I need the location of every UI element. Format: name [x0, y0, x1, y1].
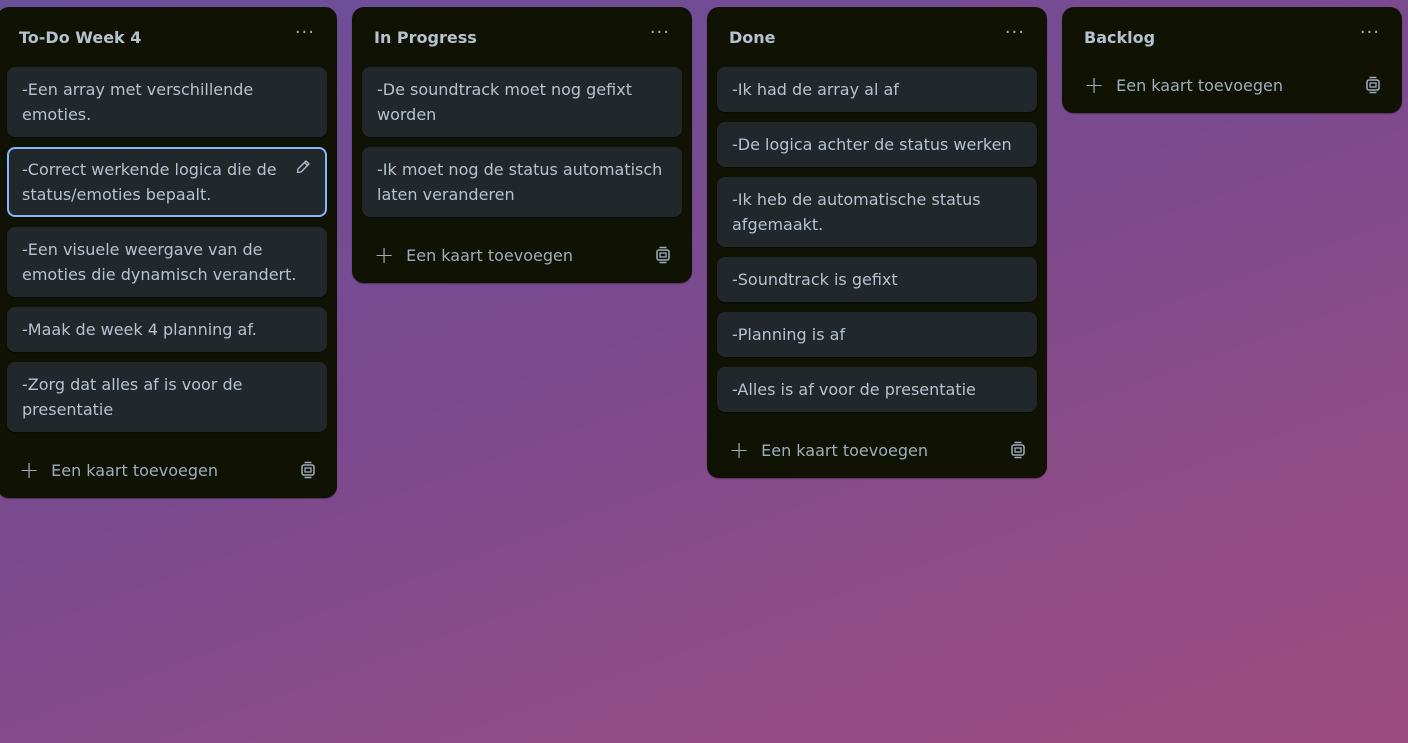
card[interactable]: -Maak de week 4 planning af.: [7, 307, 327, 352]
add-card-row: + Een kaart toevoegen: [717, 422, 1037, 478]
list-header: In Progress ···: [362, 7, 682, 67]
card[interactable]: -Een visuele weergave van de emoties die…: [7, 227, 327, 297]
card-text: -Alles is af voor de presentatie: [732, 380, 976, 399]
card[interactable]: -De soundtrack moet nog gefixt worden: [362, 67, 682, 137]
list-backlog: Backlog ··· + Een kaart toevoegen: [1062, 7, 1402, 113]
plus-icon: +: [19, 456, 40, 484]
add-card-label: Een kaart toevoegen: [51, 460, 218, 480]
add-card-label: Een kaart toevoegen: [761, 440, 928, 460]
more-horizontal-icon[interactable]: ···: [295, 24, 315, 46]
plus-icon: +: [729, 436, 750, 464]
more-horizontal-icon[interactable]: ···: [1360, 24, 1380, 46]
add-card-row: + Een kaart toevoegen: [1072, 57, 1392, 113]
add-card-row: + Een kaart toevoegen: [7, 442, 327, 498]
card[interactable]: -De logica achter de status werken: [717, 122, 1037, 167]
card-selected[interactable]: -Correct werkende logica die de status/e…: [7, 147, 327, 217]
add-card-button[interactable]: + Een kaart toevoegen: [19, 456, 218, 484]
card-text: -De soundtrack moet nog gefixt worden: [377, 80, 632, 124]
add-card-label: Een kaart toevoegen: [406, 245, 573, 265]
card-template-icon[interactable]: [654, 246, 672, 264]
list-title[interactable]: Done: [729, 28, 776, 47]
plus-icon: +: [374, 241, 395, 269]
card-text: -Ik heb de automatische status afgemaakt…: [732, 190, 981, 234]
list-title[interactable]: To-Do Week 4: [19, 28, 141, 47]
card-text: -Een array met verschillende emoties.: [22, 80, 254, 124]
list-header: To-Do Week 4 ···: [7, 7, 327, 67]
add-card-label: Een kaart toevoegen: [1116, 75, 1283, 95]
card-text: -De logica achter de status werken: [732, 135, 1012, 154]
plus-icon: +: [1084, 71, 1105, 99]
card[interactable]: -Zorg dat alles af is voor de presentati…: [7, 362, 327, 432]
card-text: -Correct werkende logica die de status/e…: [22, 160, 277, 204]
card-template-icon[interactable]: [299, 461, 317, 479]
list-in-progress: In Progress ··· -De soundtrack moet nog …: [352, 7, 692, 283]
card[interactable]: -Soundtrack is gefixt: [717, 257, 1037, 302]
add-card-button[interactable]: + Een kaart toevoegen: [729, 436, 928, 464]
card[interactable]: -Ik heb de automatische status afgemaakt…: [717, 177, 1037, 247]
card[interactable]: -Planning is af: [717, 312, 1037, 357]
card-text: -Soundtrack is gefixt: [732, 270, 898, 289]
more-horizontal-icon[interactable]: ···: [1005, 24, 1025, 46]
card-text: -Planning is af: [732, 325, 846, 344]
pencil-icon[interactable]: [295, 159, 311, 175]
card[interactable]: -Ik moet nog de status automatisch laten…: [362, 147, 682, 217]
card[interactable]: -Ik had de array al af: [717, 67, 1037, 112]
card[interactable]: -Alles is af voor de presentatie: [717, 367, 1037, 412]
card-text: -Maak de week 4 planning af.: [22, 320, 257, 339]
list-header: Done ···: [717, 7, 1037, 67]
list-todo-week-4: To-Do Week 4 ··· -Een array met verschil…: [0, 7, 337, 498]
list-title[interactable]: Backlog: [1084, 28, 1155, 47]
card-text: -Een visuele weergave van de emoties die…: [22, 240, 297, 284]
add-card-button[interactable]: + Een kaart toevoegen: [374, 241, 573, 269]
add-card-button[interactable]: + Een kaart toevoegen: [1084, 71, 1283, 99]
card-text: -Ik moet nog de status automatisch laten…: [377, 160, 663, 204]
card-text: -Zorg dat alles af is voor de presentati…: [22, 375, 243, 419]
card-template-icon[interactable]: [1009, 441, 1027, 459]
more-horizontal-icon[interactable]: ···: [650, 24, 670, 46]
card[interactable]: -Een array met verschillende emoties.: [7, 67, 327, 137]
list-title[interactable]: In Progress: [374, 28, 477, 47]
card-template-icon[interactable]: [1364, 76, 1382, 94]
card-text: -Ik had de array al af: [732, 80, 899, 99]
list-done: Done ··· -Ik had de array al af -De logi…: [707, 7, 1047, 478]
add-card-row: + Een kaart toevoegen: [362, 227, 682, 283]
